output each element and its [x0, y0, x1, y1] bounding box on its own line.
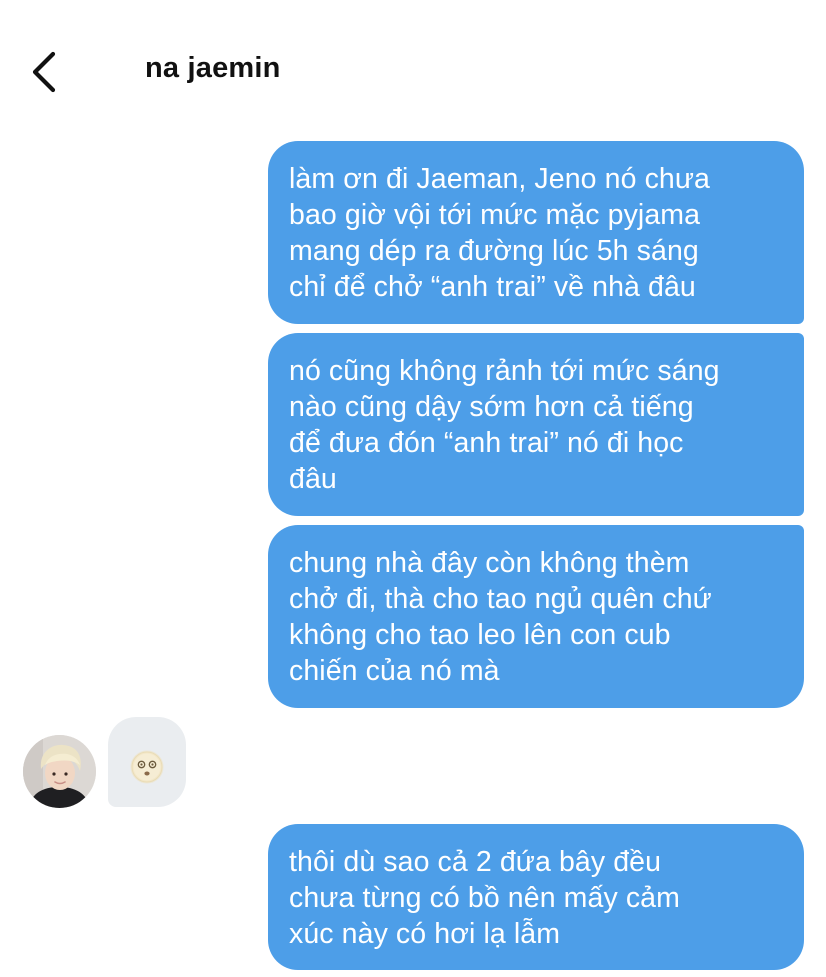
- message-bubble-outgoing[interactable]: thôi dù sao cả 2 đứa bây đều chưa từng c…: [268, 824, 804, 970]
- message-bubble-outgoing[interactable]: nó cũng không rảnh tới mức sáng nào cũng…: [268, 333, 804, 516]
- contact-avatar[interactable]: [23, 735, 96, 808]
- chat-header: na jaemin: [0, 0, 826, 130]
- chevron-left-icon: [26, 48, 66, 96]
- contact-name[interactable]: na jaemin: [145, 52, 281, 85]
- message-bubble-outgoing[interactable]: chung nhà đây còn không thèm chở đi, thà…: [268, 525, 804, 708]
- message-bubble-incoming[interactable]: [108, 717, 186, 807]
- back-button[interactable]: [26, 48, 66, 96]
- message-bubble-outgoing[interactable]: làm ơn đi Jaeman, Jeno nó chưa bao giờ v…: [268, 141, 804, 324]
- incoming-message-row: [0, 714, 826, 810]
- face-with-spiral-eyes-icon: [130, 750, 164, 784]
